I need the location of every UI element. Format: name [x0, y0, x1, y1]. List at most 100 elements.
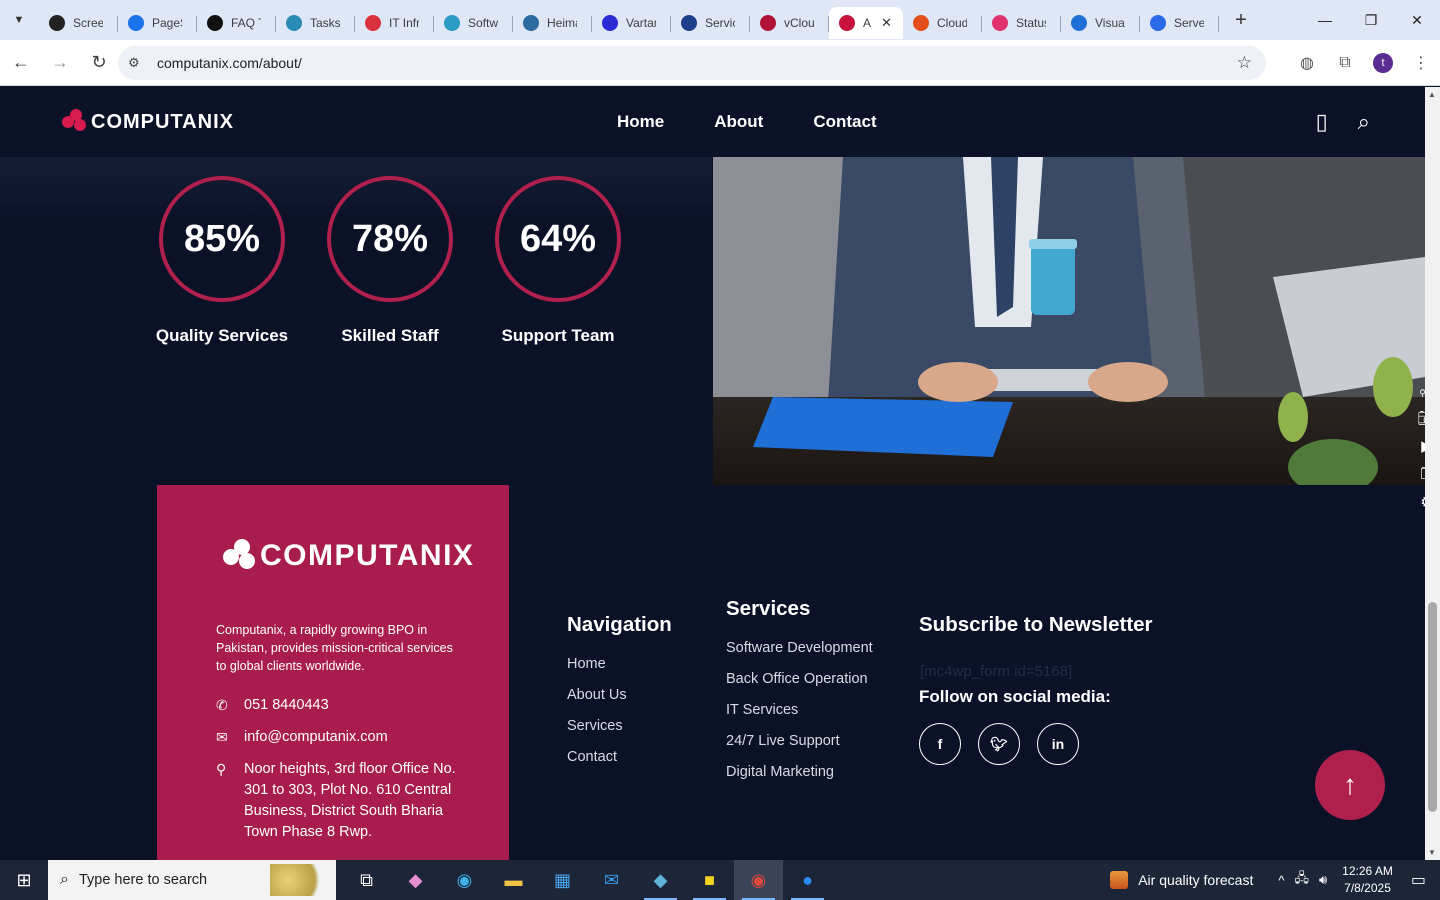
- service-link[interactable]: Back Office Operation: [726, 664, 873, 695]
- tab-favicon-icon: [1071, 15, 1087, 31]
- nav-about[interactable]: About: [714, 112, 763, 132]
- zoom-icon[interactable]: ●: [783, 860, 832, 900]
- search-icon[interactable]: ⌕: [1358, 109, 1370, 135]
- translate-icon[interactable]: ◍: [1288, 53, 1326, 73]
- address-text: Noor heights, 3rd floor Office No. 301 t…: [244, 761, 456, 840]
- tab-title: Heimat: [547, 16, 577, 30]
- scroll-to-top-button[interactable]: ↑: [1315, 750, 1385, 820]
- bookmark-star-icon[interactable]: ☆: [1237, 53, 1252, 73]
- scroll-up-arrow-icon[interactable]: ▲: [1428, 90, 1436, 99]
- logo-mark-icon: [223, 539, 257, 573]
- newsletter-heading: Subscribe to Newsletter: [919, 613, 1153, 636]
- browser-tab[interactable]: IT Infra: [355, 7, 434, 39]
- tab-favicon-icon: [444, 15, 460, 31]
- extensions-icon[interactable]: ⧉: [1326, 54, 1364, 72]
- address-bar[interactable]: ⚙ computanix.com/about/ ☆: [118, 46, 1266, 80]
- service-link[interactable]: 24/7 Live Support: [726, 726, 873, 757]
- mail-icon: ✉: [216, 729, 228, 745]
- start-button[interactable]: ⊞: [0, 860, 48, 900]
- footer-link-home[interactable]: Home: [567, 649, 672, 680]
- nav-contact[interactable]: Contact: [813, 112, 876, 132]
- linkedin-icon[interactable]: in: [1037, 723, 1079, 765]
- browser-tab[interactable]: Serve: [1140, 7, 1219, 39]
- notification-icon[interactable]: ▭: [1411, 870, 1426, 890]
- mail-icon[interactable]: ✉: [587, 860, 636, 900]
- stat-label: Quality Services: [155, 326, 289, 345]
- service-link[interactable]: Software Development: [726, 633, 873, 664]
- weather-text: Air quality forecast: [1138, 872, 1254, 888]
- taskbar-search[interactable]: ⌕ Type here to search: [48, 860, 336, 900]
- copilot-icon[interactable]: ◆: [391, 860, 440, 900]
- browser-tab[interactable]: Software: [434, 7, 513, 39]
- chevron-down-icon: ▼: [13, 14, 25, 26]
- windows-taskbar: ⊞ ⌕ Type here to search ⧉ ◆ ◉ ▬ ▦ ✉ ◆ ■ …: [0, 860, 1440, 900]
- browser-tab[interactable]: Tasks: [276, 7, 355, 39]
- scrollbar-thumb[interactable]: [1428, 602, 1437, 812]
- tab-search-button[interactable]: ▼: [7, 8, 31, 32]
- facebook-icon[interactable]: f: [919, 723, 961, 765]
- browser-tab[interactable]: FAQ T: [197, 7, 276, 39]
- chrome-icon[interactable]: ◉: [734, 860, 783, 900]
- edge-icon[interactable]: ◉: [440, 860, 489, 900]
- footer-link-services[interactable]: Services: [567, 711, 672, 742]
- browser-tab[interactable]: A ✕: [829, 7, 903, 39]
- maximize-button[interactable]: ❐: [1348, 0, 1394, 40]
- sticky-notes-icon[interactable]: ■: [685, 860, 734, 900]
- reload-button[interactable]: ↻: [81, 45, 117, 81]
- app-diamond-icon[interactable]: ◆: [636, 860, 685, 900]
- menu-dots-icon[interactable]: ⋮: [1402, 53, 1440, 73]
- page-scrollbar[interactable]: ▲ ▼: [1425, 87, 1440, 860]
- services-heading: Services: [726, 597, 811, 620]
- browser-tab-strip: ▼ Screen PageSpeed FAQ T Tasks IT Infra Softw…: [0, 0, 1440, 40]
- cart-icon[interactable]: ▯: [1316, 109, 1328, 135]
- footer-phone[interactable]: ✆ 051 8440443: [216, 695, 466, 716]
- twitter-icon[interactable]: 🐦︎: [978, 723, 1020, 765]
- back-button[interactable]: ←: [3, 45, 39, 81]
- site-info-icon[interactable]: ⚙: [128, 55, 148, 71]
- network-icon[interactable]: 🖧︎: [1294, 869, 1309, 891]
- scroll-down-arrow-icon[interactable]: ▼: [1428, 848, 1436, 857]
- service-link[interactable]: Digital Marketing: [726, 757, 873, 788]
- close-window-button[interactable]: ✕: [1394, 0, 1440, 40]
- tab-favicon-icon: [49, 15, 65, 31]
- minimize-button[interactable]: —: [1302, 0, 1348, 40]
- new-tab-button[interactable]: +: [1227, 9, 1255, 32]
- browser-tab[interactable]: Visual: [1061, 7, 1140, 39]
- site-logo[interactable]: COMPUTANIX: [62, 109, 234, 135]
- footer-services: Services Software Development Back Offic…: [726, 597, 873, 788]
- social-links: f 🐦︎ in: [919, 723, 1079, 765]
- browser-tab[interactable]: Cloud: [903, 7, 982, 39]
- stat-ring: 85%: [159, 176, 285, 302]
- tab-favicon-icon: [992, 15, 1008, 31]
- footer-logo[interactable]: COMPUTANIX: [223, 539, 474, 573]
- file-explorer-icon[interactable]: ▬: [489, 860, 538, 900]
- browser-tab[interactable]: Vartan: [592, 7, 671, 39]
- tab-title: vCloud: [784, 16, 814, 30]
- volume-icon[interactable]: 🔊︎: [1319, 872, 1327, 888]
- taskbar-clock[interactable]: 12:26 AM 7/8/2025: [1342, 863, 1393, 897]
- nav-home[interactable]: Home: [617, 112, 664, 132]
- tab-title: Cloud: [937, 16, 967, 30]
- clock-time: 12:26 AM: [1342, 864, 1393, 878]
- footer-link-about[interactable]: About Us: [567, 680, 672, 711]
- phone-icon: ✆: [216, 697, 228, 713]
- task-view-icon[interactable]: ⧉: [342, 860, 391, 900]
- url-text[interactable]: computanix.com/about/: [157, 55, 302, 71]
- footer-email[interactable]: ✉ info@computanix.com: [216, 727, 466, 748]
- store-icon[interactable]: ▦: [538, 860, 587, 900]
- browser-tab[interactable]: Heimat: [513, 7, 592, 39]
- footer-link-contact[interactable]: Contact: [567, 742, 672, 773]
- tray-chevron-up-icon[interactable]: ^: [1278, 873, 1284, 888]
- taskbar-search-placeholder: Type here to search: [78, 872, 208, 888]
- browser-tab[interactable]: Servic: [671, 7, 750, 39]
- browser-tab[interactable]: PageSpeed: [118, 7, 197, 39]
- profile-avatar[interactable]: t: [1373, 53, 1393, 73]
- browser-tab[interactable]: Screen: [39, 7, 118, 39]
- forward-button[interactable]: →: [42, 45, 78, 81]
- service-link[interactable]: IT Services: [726, 695, 873, 726]
- browser-tab[interactable]: vCloud: [750, 7, 829, 39]
- tab-close-icon[interactable]: ✕: [881, 15, 892, 31]
- tab-title: Visual: [1095, 16, 1125, 30]
- weather-widget[interactable]: Air quality forecast: [1110, 871, 1253, 889]
- browser-tab[interactable]: Status: [982, 7, 1061, 39]
